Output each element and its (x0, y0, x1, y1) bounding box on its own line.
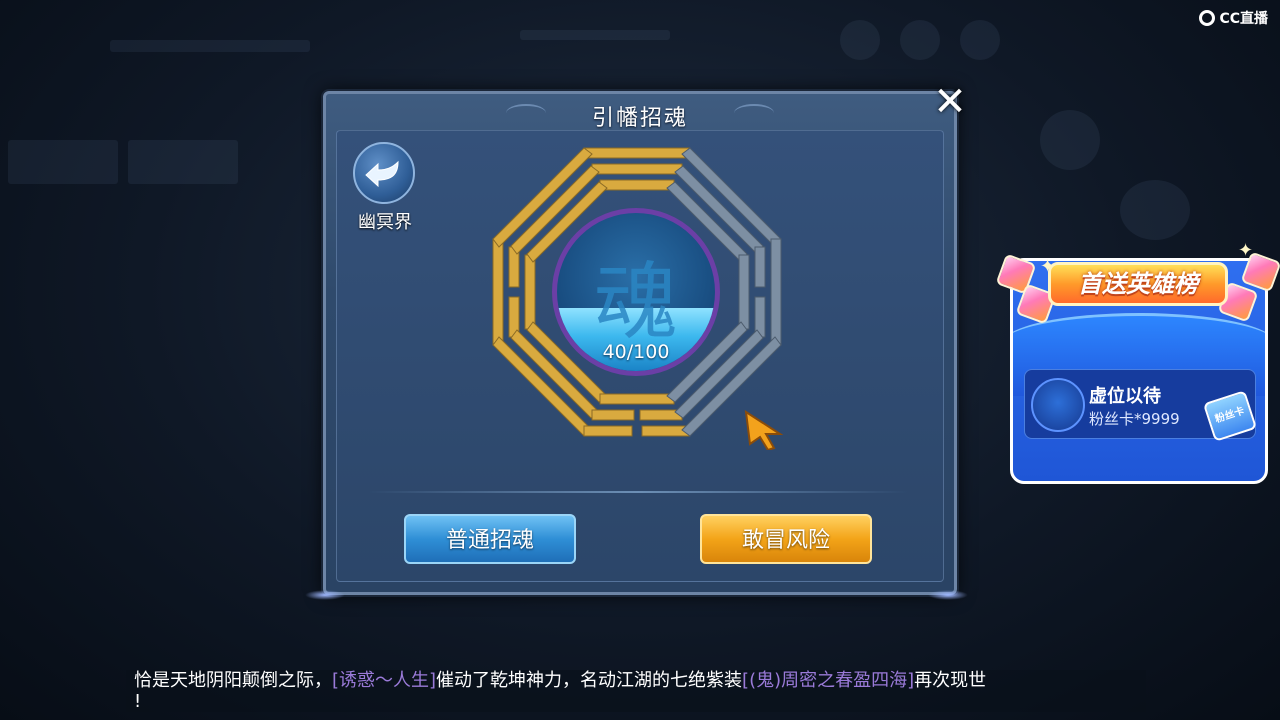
sparkle-icon: ✦ (1238, 240, 1254, 261)
risk-summon-button[interactable]: 敢冒风险 (700, 514, 872, 564)
close-button[interactable]: ✕ (930, 82, 970, 122)
dialog-divider (368, 491, 908, 493)
bg-panel (900, 20, 940, 60)
avatar (1031, 378, 1085, 432)
bg-panel (520, 30, 670, 40)
rank-entry-name: 虚位以待 (1089, 386, 1161, 407)
bg-panel (840, 20, 880, 60)
normal-summon-button[interactable]: 普通招魂 (404, 514, 576, 564)
cc-logo-icon (1199, 10, 1216, 26)
bg-panel (110, 40, 310, 52)
caption-text: 恰是天地阴阳颠倒之际， (134, 670, 332, 691)
caption-text: ! (134, 691, 142, 712)
world-announcement-caption: 恰是天地阴阳颠倒之际，[诱惑～人生]催动了乾坤神力，名动江湖的七绝紫装[(鬼)周… (126, 670, 1146, 712)
bg-panel (960, 20, 1000, 60)
watermark-label: CC直播 (1219, 11, 1268, 27)
dialog-base-glow (305, 590, 345, 600)
back-button[interactable] (353, 142, 415, 204)
caption-item-name: [(鬼)周密之春盈四海] (742, 670, 915, 691)
soul-glyph: 魂 (593, 253, 678, 351)
dialog-base-glow (928, 590, 968, 600)
rank-entry-requirement: 粉丝卡*9999 (1089, 410, 1180, 428)
arrow-pointer-icon (744, 410, 784, 450)
rank-banner-title: 首送英雄榜 (1048, 262, 1228, 306)
caption-player-name: [诱惑～人生] (332, 670, 437, 691)
bg-panel (1040, 110, 1100, 170)
bg-panel (128, 140, 238, 184)
soul-progress-orb: 魂 40/100 (552, 208, 720, 376)
dialog-title: 引幡招魂 (591, 106, 688, 131)
soul-progress-text: 40/100 (602, 341, 670, 363)
back-arrow-icon (365, 160, 399, 188)
caption-text: 再次现世 (914, 670, 987, 691)
caption-text: 催动了乾坤神力，名动江湖的七绝紫装 (436, 670, 743, 691)
bg-panel (8, 140, 118, 184)
stream-watermark: CC直播 (1199, 8, 1268, 28)
bg-panel (1120, 180, 1190, 240)
back-label: 幽冥界 (358, 212, 412, 233)
